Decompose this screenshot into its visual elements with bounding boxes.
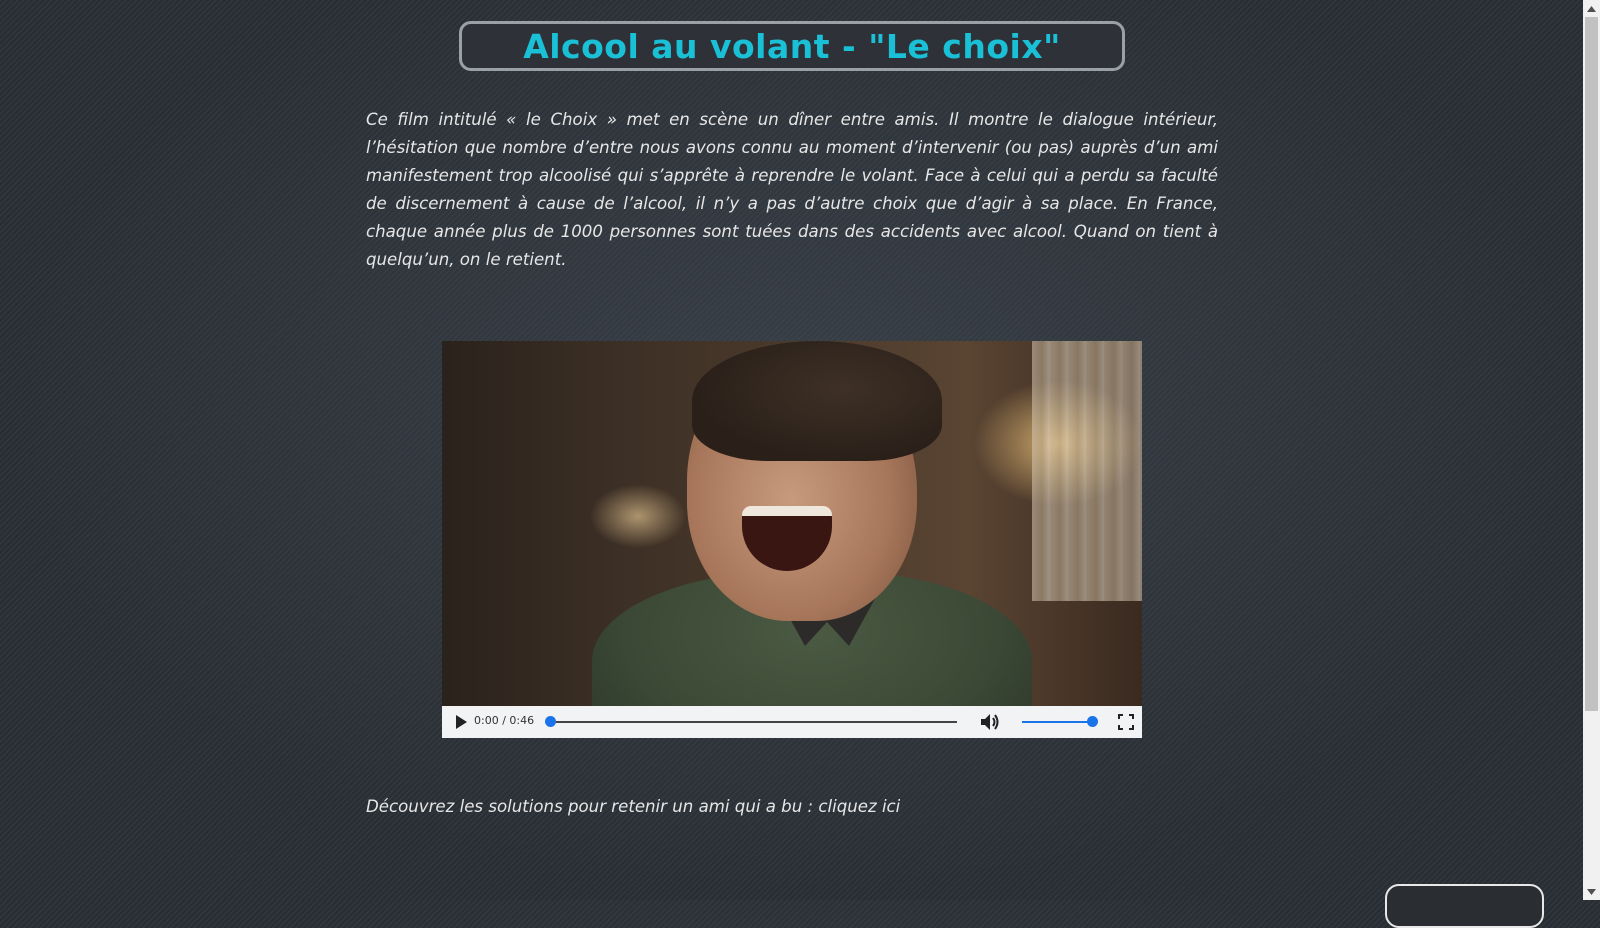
scrollbar-thumb[interactable] <box>1585 17 1598 711</box>
intro-paragraph: Ce film intitulé « le Choix » met en scè… <box>366 110 1218 269</box>
fullscreen-icon[interactable] <box>1118 714 1134 730</box>
volume-icon[interactable] <box>979 712 1001 732</box>
video-curtain <box>1032 341 1142 601</box>
page: Alcool au volant - "Le choix" Ce film in… <box>0 0 1583 928</box>
scrollbar[interactable] <box>1583 0 1600 900</box>
outro-text: Découvrez les solutions pour retenir un … <box>366 797 900 816</box>
video-person-hair <box>692 341 942 461</box>
title-box: Alcool au volant - "Le choix" <box>459 21 1125 71</box>
seek-track <box>547 721 957 723</box>
page-title: Alcool au volant - "Le choix" <box>523 26 1061 66</box>
seek-bar[interactable] <box>545 716 957 727</box>
video-frame[interactable] <box>442 341 1142 706</box>
volume-thumb[interactable] <box>1087 716 1098 727</box>
scroll-up-icon[interactable] <box>1583 0 1600 17</box>
volume-slider[interactable] <box>1022 716 1098 727</box>
video-player[interactable]: 0:00 / 0:46 <box>442 341 1142 738</box>
time-display: 0:00 / 0:46 <box>474 714 535 727</box>
play-icon[interactable] <box>452 713 470 731</box>
corner-button[interactable] <box>1385 884 1544 928</box>
scroll-down-icon[interactable] <box>1583 883 1600 900</box>
video-controls: 0:00 / 0:46 <box>442 706 1142 738</box>
outro-label: Découvrez les solutions pour retenir un … <box>366 797 819 816</box>
volume-track <box>1022 721 1092 723</box>
seek-thumb[interactable] <box>545 716 556 727</box>
click-here-link[interactable]: cliquez ici <box>818 797 900 816</box>
